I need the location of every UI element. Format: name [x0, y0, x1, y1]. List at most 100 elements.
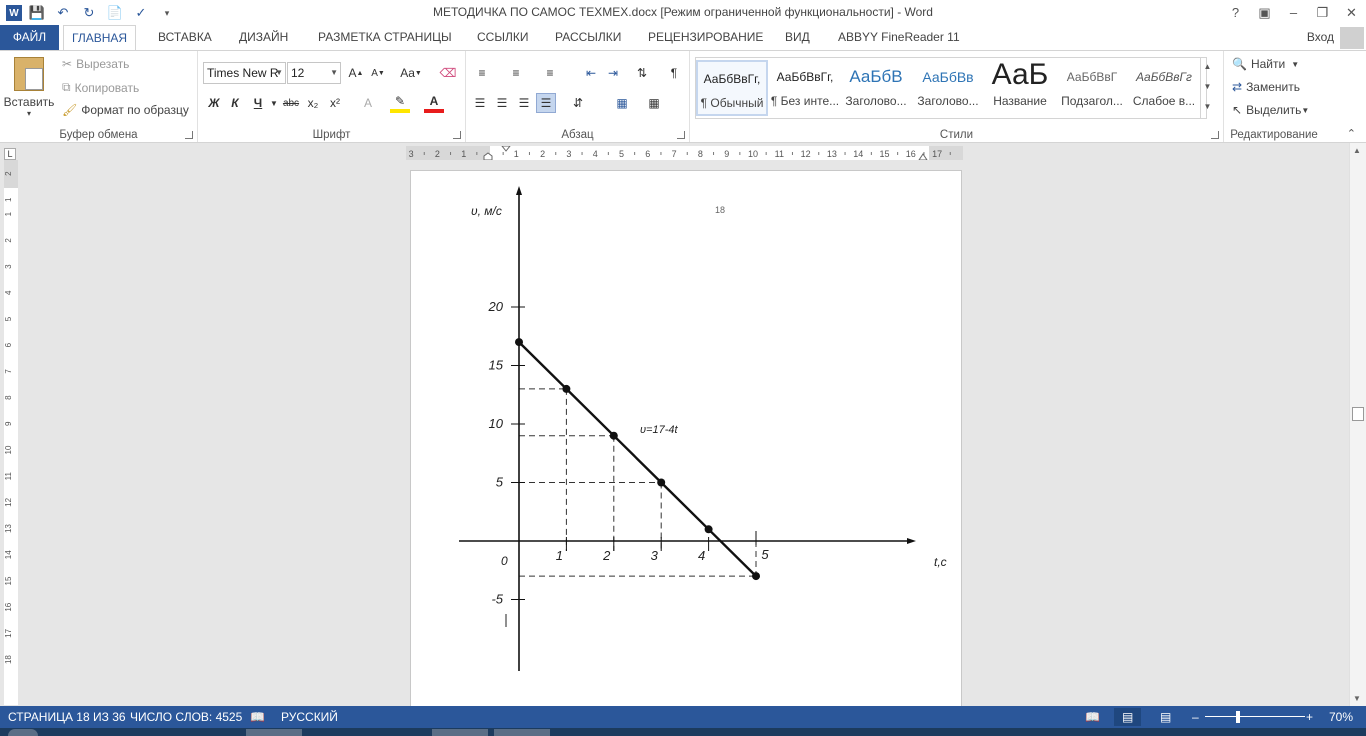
taskbar-app[interactable] — [246, 729, 302, 736]
tab-review[interactable]: РЕЦЕНЗИРОВАНИЕ — [640, 25, 771, 50]
numbering-icon[interactable]: ≡ — [506, 63, 526, 83]
styles-launcher-icon[interactable] — [1211, 131, 1219, 139]
shrink-font-label: A — [371, 67, 378, 79]
scroll-thumb[interactable] — [1352, 407, 1364, 421]
style-title[interactable]: АаБ Название — [984, 60, 1056, 116]
font-color-icon[interactable]: A — [424, 93, 444, 113]
style-no-spacing[interactable]: АаБбВвГг, ¶ Без инте... — [769, 60, 841, 116]
tab-insert[interactable]: ВСТАВКА — [150, 25, 220, 50]
zoom-slider-track[interactable] — [1205, 716, 1305, 717]
zoom-slider-thumb[interactable] — [1236, 711, 1240, 723]
italic-button[interactable]: К — [225, 93, 245, 113]
restore-button[interactable]: ❐ — [1308, 0, 1337, 25]
paste-button[interactable]: Вставить ▾ — [4, 57, 54, 123]
text-effects-icon[interactable]: A — [358, 93, 378, 113]
sign-in-link[interactable]: Вход — [1307, 25, 1334, 50]
tab-references[interactable]: ССЫЛКИ — [469, 25, 536, 50]
superscript-button[interactable]: x² — [325, 93, 345, 113]
zoom-level[interactable]: 70% — [1329, 710, 1353, 724]
vertical-scrollbar[interactable]: ▲ ▼ — [1349, 143, 1366, 706]
horizontal-ruler[interactable]: 3 2 1 1 2 3 4 5 6 7 8 9 10 11 12 13 14 15 16 17 — [406, 146, 963, 160]
highlight-icon[interactable]: ✎ — [390, 93, 410, 113]
cut-button[interactable]: ✂ Вырезать — [62, 57, 129, 71]
style-heading-2[interactable]: АаБбВв Заголово... — [912, 60, 984, 116]
web-layout-icon[interactable]: ▤ — [1160, 710, 1171, 724]
word-count-status[interactable]: ЧИСЛО СЛОВ: 4525 — [130, 710, 242, 724]
taskbar-app[interactable] — [432, 729, 488, 736]
line-spacing-icon[interactable]: ⇵ — [568, 93, 588, 113]
grow-font-button[interactable]: A ▲ — [346, 63, 366, 83]
tab-mailings[interactable]: РАССЫЛКИ — [547, 25, 629, 50]
paragraph-launcher-icon[interactable] — [677, 131, 685, 139]
document-page[interactable]: 18 20 15 10 5 -5 1 2 3 4 5 υ, м/с t,c υ=17-4t 0 — [410, 170, 962, 710]
scroll-down-icon[interactable]: ▼ — [1353, 694, 1361, 703]
scroll-up-icon[interactable]: ▲ — [1353, 146, 1361, 155]
find-button[interactable]: 🔍 Найти ▼ — [1232, 57, 1299, 71]
vertical-ruler[interactable]: 21123456789101112131415161718 — [4, 160, 18, 705]
multilevel-list-icon[interactable]: ≡ — [540, 63, 560, 83]
axes — [459, 186, 916, 671]
clipboard-launcher-icon[interactable] — [185, 131, 193, 139]
paste-label: Вставить — [3, 95, 55, 109]
bold-button[interactable]: Ж — [204, 93, 224, 113]
collapse-ribbon-icon[interactable]: ⌃ — [1347, 127, 1356, 140]
styles-scroll[interactable]: ▲ ▼ ▼ — [1200, 57, 1214, 119]
decrease-indent-icon[interactable]: ⇤ — [581, 63, 601, 83]
scissors-icon: ✂ — [62, 57, 73, 71]
align-right-icon[interactable]: ☰ — [514, 93, 534, 113]
ruler-label: 7 — [672, 149, 677, 159]
ruler-label: 15 — [879, 149, 889, 159]
font-size-combo[interactable]: 12 ▼ — [287, 62, 341, 84]
tab-home[interactable]: ГЛАВНАЯ — [63, 25, 137, 51]
ribbon: Вставить ▾ ✂ Вырезать ⧉ Копировать 🖌 Формат… — [0, 50, 1366, 143]
change-case-button[interactable]: Aa ▼ — [396, 63, 426, 83]
close-button[interactable]: ✕ — [1337, 0, 1366, 25]
copy-button[interactable]: ⧉ Копировать — [62, 80, 139, 95]
proofing-icon[interactable]: 📖 — [250, 710, 265, 724]
justify-icon[interactable]: ☰ — [536, 93, 556, 113]
tab-abbyy[interactable]: ABBYY FineReader 11 — [830, 25, 968, 50]
tab-page-layout[interactable]: РАЗМЕТКА СТРАНИЦЫ — [310, 25, 460, 50]
style-subtle-emphasis[interactable]: АаБбВвГг Слабое в... — [1128, 60, 1200, 116]
bullets-icon[interactable]: ≡ — [472, 63, 492, 83]
increase-indent-icon[interactable]: ⇥ — [603, 63, 623, 83]
style-normal[interactable]: АаБбВвГг, ¶ Обычный — [696, 60, 768, 116]
tab-design[interactable]: ДИЗАЙН — [231, 25, 296, 50]
font-name-combo[interactable]: Times New R ▼ — [203, 62, 286, 84]
subscript-button[interactable]: x₂ — [303, 93, 323, 113]
read-mode-icon[interactable]: 📖 — [1085, 710, 1100, 724]
minimize-button[interactable]: – — [1279, 0, 1308, 25]
tab-view[interactable]: ВИД — [777, 25, 818, 50]
zoom-in-button[interactable]: + — [1306, 710, 1313, 724]
print-layout-icon[interactable]: ▤ — [1114, 708, 1142, 726]
style-heading-1[interactable]: АаБбВ Заголово... — [840, 60, 912, 116]
x-tick-label: 5 — [761, 547, 769, 562]
format-painter-button[interactable]: 🖌 Формат по образцу — [62, 103, 189, 117]
show-marks-button[interactable]: ¶ — [664, 63, 684, 83]
sort-icon[interactable]: ⇅ — [632, 63, 652, 83]
tab-file[interactable]: ФАЙЛ — [0, 25, 59, 50]
select-label: Выделить — [1246, 103, 1302, 117]
page-count-status[interactable]: СТРАНИЦА 18 ИЗ 36 — [8, 710, 126, 724]
strikethrough-button[interactable]: abc — [281, 93, 301, 113]
borders-icon[interactable]: ▦ — [644, 93, 664, 113]
editing-group: 🔍 Найти ▼ ⇄ Заменить ↖ Выделить ▼ Редактирова… — [1224, 51, 1324, 142]
shrink-font-button[interactable]: A ▼ — [368, 63, 388, 83]
help-button[interactable]: ? — [1221, 0, 1250, 25]
zoom-out-button[interactable]: – — [1192, 710, 1199, 724]
select-button[interactable]: ↖ Выделить ▼ — [1232, 103, 1309, 117]
style-subtitle[interactable]: АаБбВвГ Подзагол... — [1056, 60, 1128, 116]
font-launcher-icon[interactable] — [453, 131, 461, 139]
clear-formatting-icon[interactable]: ⌫ — [438, 63, 458, 83]
ruler-label: 9 — [4, 421, 13, 426]
avatar[interactable] — [1340, 27, 1364, 49]
ribbon-display-options-icon[interactable]: ▣ — [1250, 0, 1279, 25]
align-left-icon[interactable]: ☰ — [470, 93, 490, 113]
replace-button[interactable]: ⇄ Заменить — [1232, 80, 1300, 94]
start-button[interactable] — [8, 729, 38, 736]
taskbar-app[interactable] — [494, 729, 550, 736]
tab-selector[interactable]: L — [4, 148, 16, 160]
language-status[interactable]: РУССКИЙ — [281, 710, 338, 724]
shading-icon[interactable]: ▦ — [612, 93, 632, 113]
align-center-icon[interactable]: ☰ — [492, 93, 512, 113]
